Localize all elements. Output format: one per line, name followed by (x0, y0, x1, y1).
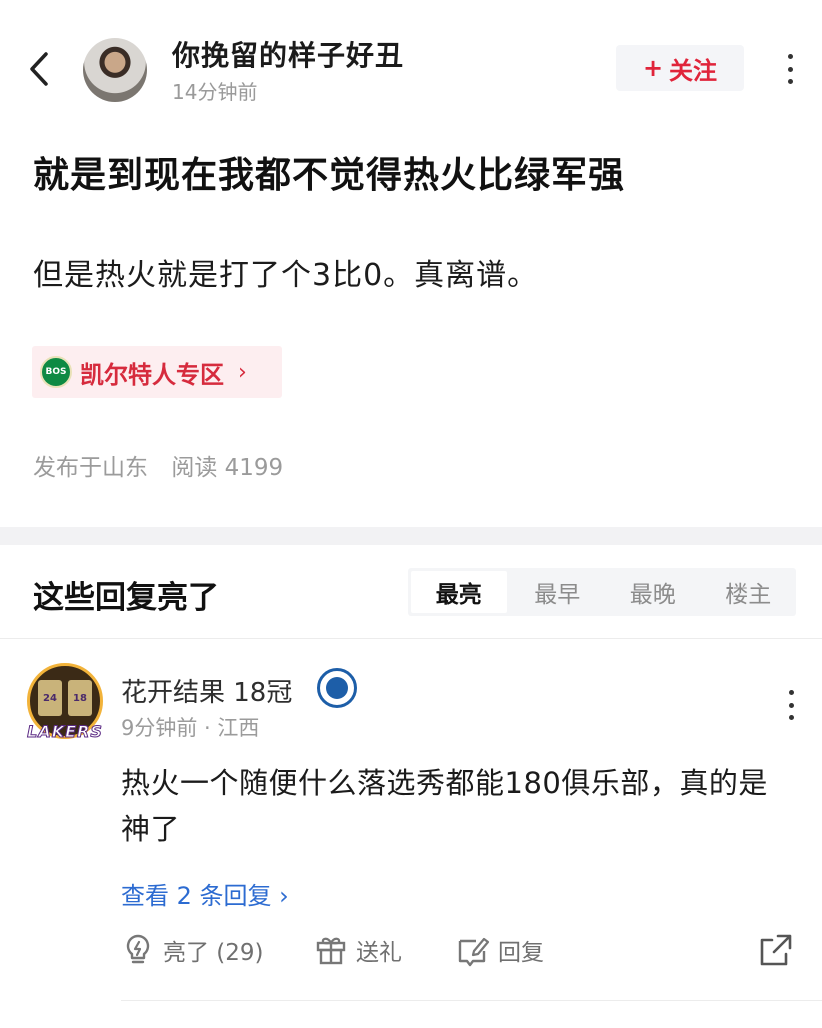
share-icon[interactable] (758, 932, 794, 968)
plus-icon: + (642, 54, 664, 82)
lakers-wordmark: LAKERS (27, 722, 103, 742)
view-replies-link[interactable]: 查看 2 条回复 › (121, 876, 289, 911)
sort-tab-earliest[interactable]: 最早 (510, 568, 606, 616)
chevron-right-icon: › (238, 359, 247, 385)
gift-button[interactable]: 送礼 (314, 930, 402, 970)
celtics-logo-icon: BOS (40, 356, 72, 388)
team-badge-icon (317, 668, 357, 708)
sort-tabs: 最亮 最早 最晚 楼主 (408, 568, 796, 616)
jersey-24: 24 (38, 680, 62, 716)
sort-tab-latest[interactable]: 最晚 (605, 568, 701, 616)
more-icon[interactable] (786, 54, 794, 84)
follow-label: 关注 (669, 56, 718, 85)
post-time: 14分钟前 (172, 80, 258, 104)
comment-meta: 9分钟前 · 江西 (121, 716, 260, 740)
divider-line (0, 638, 822, 639)
reply-pen-icon (458, 937, 490, 967)
comment-more-icon[interactable] (787, 690, 795, 720)
post-header: 你挽留的样子好丑 14分钟前 + 关注 (0, 0, 822, 112)
lightbulb-icon (126, 934, 150, 964)
author-avatar[interactable] (83, 38, 147, 102)
sort-tab-op[interactable]: 楼主 (701, 568, 797, 616)
zone-label: 凯尔特人专区 (80, 360, 224, 389)
post-body: 但是热火就是打了个3比0。真离谱。 (33, 258, 539, 293)
sort-tab-hottest[interactable]: 最亮 (411, 571, 507, 613)
replies-heading: 这些回复亮了 (33, 580, 219, 616)
follow-button[interactable]: + 关注 (616, 45, 744, 91)
comment-text: 热火一个随便什么落选秀都能180俱乐部，真的是神了 (121, 766, 768, 846)
like-label: 亮了 (29) (163, 940, 264, 966)
reply-label: 回复 (498, 940, 544, 966)
celtics-zone-link[interactable]: BOS 凯尔特人专区 › (32, 346, 282, 398)
gift-icon (316, 937, 346, 965)
bottom-divider (121, 1000, 822, 1001)
comment-actions: 亮了 (29) 送礼 回复 (121, 930, 801, 970)
post-meta: 发布于山东 阅读 4199 (33, 448, 283, 482)
post-title: 就是到现在我都不觉得热火比绿军强 (33, 155, 626, 196)
back-arrow-icon[interactable] (22, 50, 56, 88)
read-count: 阅读 4199 (171, 455, 284, 481)
reply-button[interactable]: 回复 (456, 930, 544, 970)
section-divider (0, 527, 822, 545)
commenter-name[interactable]: 花开结果 18冠 (121, 672, 292, 709)
like-button[interactable]: 亮了 (29) (121, 930, 264, 970)
gift-label: 送礼 (356, 940, 402, 966)
jersey-18: 18 (68, 680, 92, 716)
post-location: 发布于山东 (33, 455, 148, 481)
author-name[interactable]: 你挽留的样子好丑 (172, 34, 404, 74)
